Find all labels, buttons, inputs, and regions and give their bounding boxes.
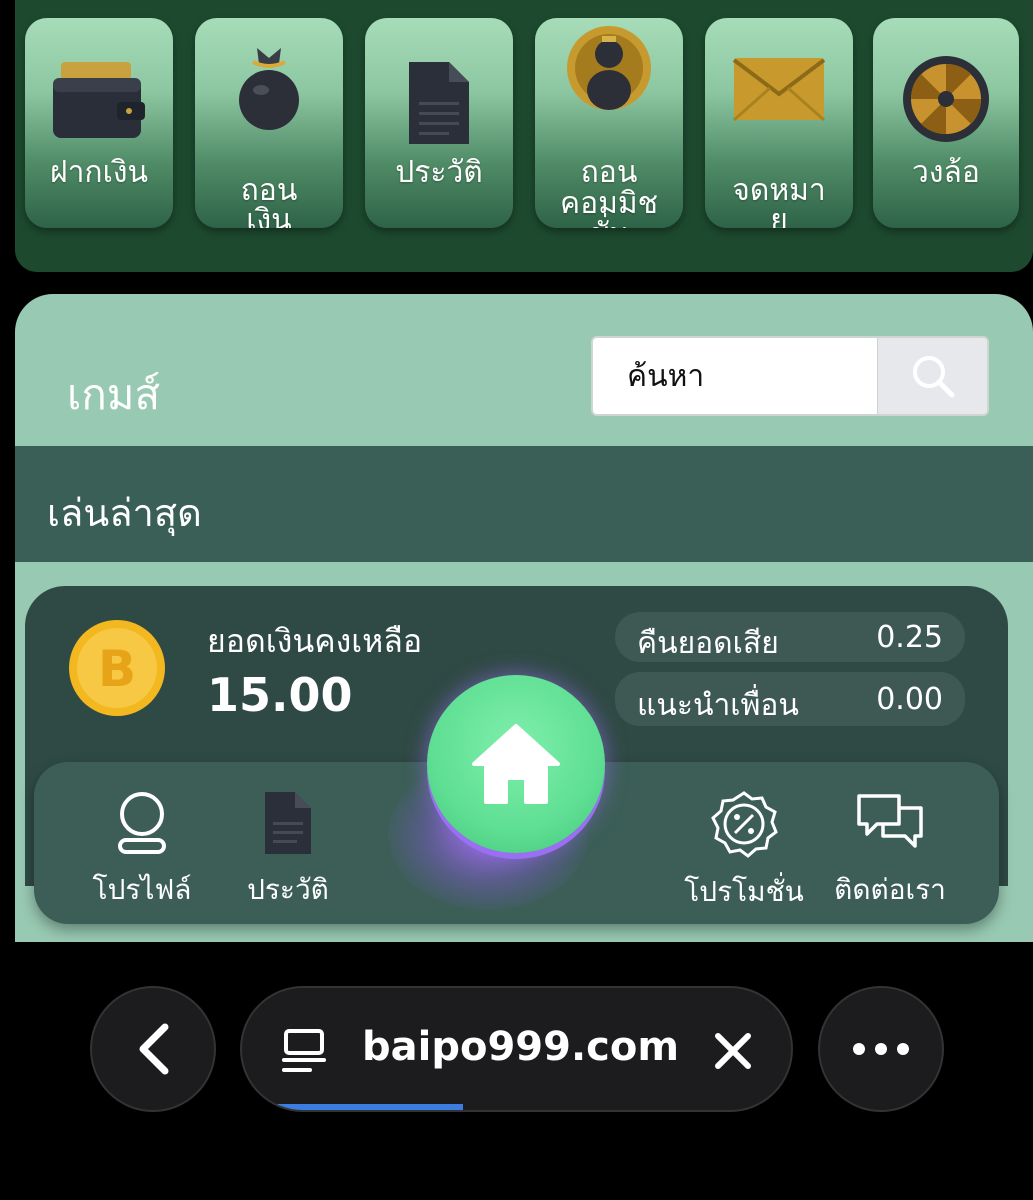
wallet-icon [53, 62, 145, 138]
nav-profile[interactable]: โปรไฟล์ [72, 790, 212, 912]
envelope-icon [732, 58, 826, 122]
commission-tile[interactable]: ถอน คอมมิช ชั่น [535, 18, 683, 228]
nav-history[interactable]: ประวัติ [218, 790, 358, 912]
wheel-icon [903, 56, 989, 142]
search-box [591, 336, 989, 416]
games-title: เกมส์ [67, 370, 161, 419]
commission-label: ถอน คอมมิช ชั่น [560, 155, 658, 228]
home-button[interactable] [427, 675, 605, 853]
withdraw-label: ถอน เงิน [240, 173, 298, 229]
balance-label: ยอดเงินคงเหลือ [207, 622, 423, 660]
recent-games-bar: เล่นล่าสุด [15, 446, 1033, 562]
wheel-label: วงล้อ [912, 155, 980, 190]
svg-text:B: B [98, 640, 136, 698]
cashback-label: คืนยอดเสีย [637, 626, 779, 661]
nav-promotion-label: โปรโมชั่น [684, 875, 804, 908]
history-label: ประวัติ [395, 155, 483, 190]
close-icon[interactable] [714, 1032, 752, 1070]
nav-history-label: ประวัติ [247, 873, 329, 906]
nav-contact[interactable]: ติดต่อเรา [820, 790, 960, 912]
document-icon [265, 792, 311, 854]
back-button[interactable] [90, 986, 216, 1112]
deposit-label: ฝากเงิน [50, 155, 148, 190]
home-icon [472, 724, 560, 804]
referral-pill: แนะนำเพื่อน 0.00 [615, 672, 965, 726]
balance-value: 15.00 [207, 668, 353, 722]
document-icon [409, 62, 469, 144]
money-bag-icon [239, 48, 299, 130]
nav-profile-label: โปรไฟล์ [92, 873, 192, 906]
chat-bubbles-icon [857, 794, 923, 848]
page-menu-icon [282, 1029, 326, 1072]
deposit-tile[interactable]: ฝากเงิน [25, 18, 173, 228]
more-button[interactable] [818, 986, 944, 1112]
profile-icon [118, 792, 166, 854]
mail-tile[interactable]: จดหมา ย [705, 18, 853, 228]
more-dots-icon [853, 1043, 909, 1055]
history-tile[interactable]: ประวัติ [365, 18, 513, 228]
chevron-left-icon [139, 1023, 169, 1075]
search-button[interactable] [877, 338, 987, 414]
nav-promotion[interactable]: โปรโมชั่น [674, 790, 814, 914]
discount-badge-icon [711, 791, 778, 858]
recent-title: เล่นล่าสุด [47, 491, 202, 535]
cashback-value: 0.25 [876, 620, 943, 655]
commission-icon [567, 26, 651, 110]
withdraw-tile[interactable]: ถอน เงิน [195, 18, 343, 228]
search-input[interactable] [593, 338, 879, 414]
page-load-progress [276, 1104, 463, 1110]
referral-label: แนะนำเพื่อน [637, 688, 799, 723]
nav-contact-label: ติดต่อเรา [834, 873, 946, 906]
url-text: baipo999.com [362, 1024, 680, 1070]
top-menu-panel: ฝากเงิน ถอน เงิน ประวัติ ถอน คอมมิช จดหม… [15, 0, 1033, 272]
mail-label: จดหมา ย [732, 173, 826, 229]
wheel-tile[interactable]: วงล้อ [873, 18, 1019, 228]
search-icon [912, 356, 954, 398]
referral-value: 0.00 [876, 682, 943, 717]
cashback-pill: คืนยอดเสีย 0.25 [615, 612, 965, 662]
bitcoin-icon: B [69, 620, 165, 716]
address-bar[interactable]: baipo999.com [240, 986, 793, 1112]
